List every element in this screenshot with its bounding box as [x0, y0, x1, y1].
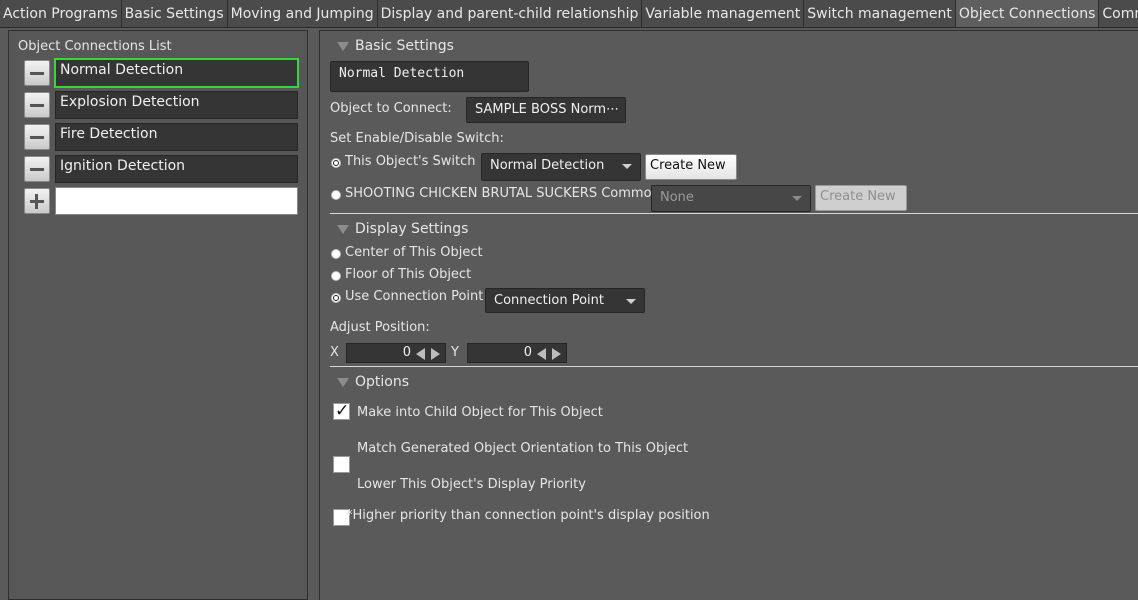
remove-button[interactable]: [24, 156, 50, 182]
tab-object-connections[interactable]: Object Connections: [955, 0, 1100, 27]
remove-button[interactable]: [24, 124, 50, 150]
this-switch-dropdown[interactable]: Normal Detection: [481, 153, 641, 181]
section-divider: [330, 213, 1138, 214]
x-stepper[interactable]: 0: [346, 343, 446, 363]
this-switch-label: This Object's Switch: [345, 154, 476, 169]
section-divider: [330, 366, 1138, 367]
radio-unselected-icon: [331, 249, 341, 259]
tab-common-actions[interactable]: Common Actions: [1099, 0, 1138, 27]
switch-label: Set Enable/Disable Switch:: [330, 131, 504, 146]
floor-radio[interactable]: [331, 270, 341, 285]
list-item-label[interactable]: Explosion Detection: [55, 91, 298, 119]
options-title: Options: [355, 374, 410, 390]
lower-priority-label: Lower This Object's Display Priority: [357, 477, 586, 492]
increment-arrow-icon[interactable]: [552, 348, 561, 360]
tab-basic-settings[interactable]: Basic Settings: [121, 0, 228, 27]
tab-moving-and-jumping[interactable]: Moving and Jumping: [227, 0, 378, 27]
list-item-label[interactable]: Ignition Detection: [55, 155, 298, 183]
connection-settings-panel: Basic Settings Normal Detection Object t…: [319, 30, 1138, 600]
create-new-button[interactable]: Create New: [645, 154, 737, 180]
orientation-label: Match Generated Object Orientation to Th…: [357, 441, 689, 456]
remove-button[interactable]: [24, 92, 50, 118]
collapse-triangle-icon: [337, 377, 349, 387]
collapse-triangle-icon: [337, 224, 349, 234]
common-switch-radio[interactable]: [331, 189, 341, 204]
decrement-arrow-icon[interactable]: [416, 348, 425, 360]
connection-point-dropdown[interactable]: Connection Point: [485, 288, 645, 313]
object-to-connect-label: Object to Connect:: [330, 101, 452, 116]
connection-name-field[interactable]: Normal Detection: [330, 61, 529, 92]
display-settings-header[interactable]: Display Settings: [337, 221, 468, 237]
center-radio[interactable]: [331, 248, 341, 263]
list-item[interactable]: Ignition Detection: [22, 155, 298, 183]
object-connections-list-title: Object Connections List: [18, 39, 172, 54]
common-switch-dropdown[interactable]: None: [651, 185, 811, 212]
remove-button[interactable]: [24, 60, 50, 86]
basic-settings-title: Basic Settings: [355, 38, 454, 54]
x-value: 0: [402, 345, 411, 360]
display-settings-title: Display Settings: [355, 221, 469, 237]
tab-display-parent-child[interactable]: Display and parent-child relationship: [377, 0, 643, 27]
radio-selected-icon: [331, 293, 341, 303]
center-label: Center of This Object: [345, 245, 483, 260]
connection-point-radio[interactable]: [331, 292, 341, 307]
radio-unselected-icon: [331, 190, 341, 200]
chevron-down-icon: [792, 196, 802, 201]
adjust-position-label: Adjust Position:: [330, 320, 430, 335]
options-header[interactable]: Options: [337, 374, 409, 390]
create-new-disabled-button[interactable]: Create New: [815, 185, 907, 211]
decrement-arrow-icon[interactable]: [537, 348, 546, 360]
chevron-down-icon: [622, 164, 632, 169]
connection-point-value: Connection Point: [494, 293, 604, 308]
increment-arrow-icon[interactable]: [431, 348, 440, 360]
common-switch-label: SHOOTING CHICKEN BRUTAL SUCKERS Common: [345, 186, 660, 201]
new-connection-name-input[interactable]: [55, 187, 298, 215]
child-object-label: Make into Child Object for This Object: [357, 405, 603, 420]
floor-label: Floor of This Object: [345, 267, 472, 282]
tab-switch-management[interactable]: Switch management: [804, 0, 956, 27]
this-switch-radio[interactable]: [331, 157, 341, 172]
basic-settings-header[interactable]: Basic Settings: [337, 38, 454, 54]
radio-unselected-icon: [331, 271, 341, 281]
tab-variable-management[interactable]: Variable management: [642, 0, 805, 27]
list-item[interactable]: Explosion Detection: [22, 91, 298, 119]
priority-note: *Higher priority than connection point's…: [346, 508, 710, 523]
list-item-label[interactable]: Normal Detection: [54, 58, 299, 88]
tab-bar: Action Programs Basic Settings Moving an…: [0, 0, 1138, 28]
y-stepper[interactable]: 0: [467, 343, 567, 363]
object-connections-panel: Object Connections List Normal Detection…: [8, 30, 308, 600]
this-switch-value: Normal Detection: [490, 158, 605, 173]
list-item[interactable]: Normal Detection: [22, 58, 299, 88]
child-object-checkbox[interactable]: ✓: [333, 401, 350, 421]
radio-selected-icon: [331, 158, 341, 168]
list-item[interactable]: Fire Detection: [22, 123, 298, 151]
common-switch-value: None: [660, 190, 694, 205]
add-item-row: [22, 187, 298, 215]
orientation-checkbox[interactable]: [333, 456, 350, 473]
list-item-label[interactable]: Fire Detection: [55, 123, 298, 151]
chevron-down-icon: [626, 299, 636, 304]
y-label: Y: [451, 345, 459, 360]
tab-action-programs[interactable]: Action Programs: [0, 0, 122, 27]
y-value: 0: [523, 345, 532, 360]
x-label: X: [330, 345, 339, 360]
checkmark-icon: ✓: [335, 401, 350, 421]
object-to-connect-selector[interactable]: SAMPLE BOSS Norm⋯: [466, 97, 626, 123]
collapse-triangle-icon: [337, 41, 349, 51]
connection-point-label: Use Connection Point: [345, 289, 484, 304]
add-button[interactable]: [24, 188, 50, 214]
